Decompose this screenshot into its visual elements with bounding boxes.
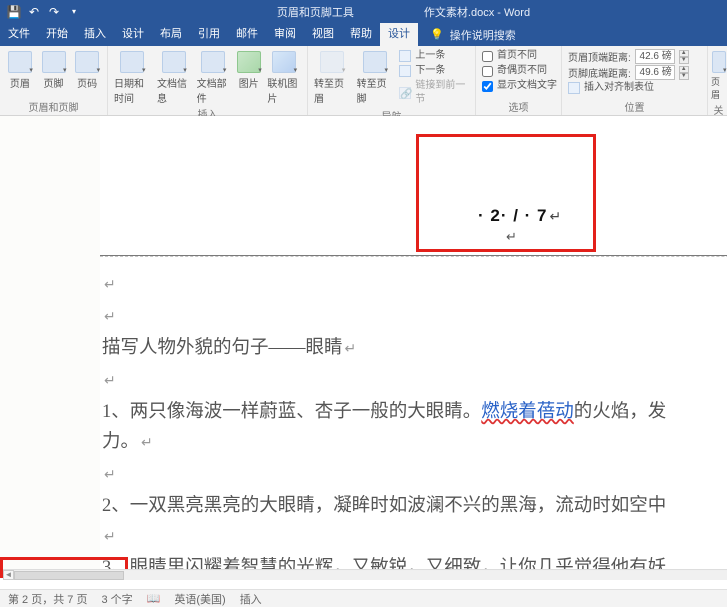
qat-customize-icon[interactable]: ▾ [68, 6, 80, 18]
link-icon: 🔗 [399, 87, 411, 99]
tab-help[interactable]: 帮助 [342, 23, 380, 46]
close-header-footer-button[interactable]: 页眉 [711, 49, 726, 101]
page[interactable]: · 2· / · 7↵ ↵ ↵ ↵ 描写人物外貌的句子——眼睛↵ ↵ 1、两只像… [100, 116, 727, 578]
group-insert: 日期和时间 文档信息 文档部件 图片 联机图片 插入 [108, 46, 308, 115]
tell-me-label: 操作说明搜索 [450, 27, 516, 43]
language-indicator[interactable]: 英语(美国) [174, 591, 225, 607]
footer-button[interactable]: 页脚 [40, 49, 68, 98]
spin-up-icon[interactable]: ▲ [679, 66, 689, 73]
ribbon-tabs: 文件 开始 插入 设计 布局 引用 邮件 审阅 视图 帮助 设计 💡 操作说明搜… [0, 23, 727, 46]
document-title: 作文素材.docx - Word [424, 4, 530, 20]
document-info-button[interactable]: 文档信息 [157, 49, 191, 105]
header-distance-label: 页眉顶端距离: [568, 49, 631, 64]
scroll-thumb[interactable] [14, 571, 124, 580]
scroll-left-icon[interactable]: ◄ [3, 570, 14, 580]
header-page-number[interactable]: · 2· / · 7↵ [478, 206, 562, 226]
document-body[interactable]: ↵ ↵ 描写人物外貌的句子——眼睛↵ ↵ 1、两只像海波一样蔚蓝、杏子一般的大眼… [100, 256, 727, 578]
picture-button[interactable]: 图片 [236, 49, 261, 105]
horizontal-scrollbar[interactable]: ◄ [3, 569, 727, 580]
undo-icon[interactable]: ↶ [28, 6, 40, 18]
tell-me-search[interactable]: 💡 操作说明搜索 [430, 23, 516, 46]
footer-distance-value[interactable]: 49.6 磅 [635, 65, 675, 80]
spelling-error[interactable]: 燃烧着蓓动 [481, 402, 574, 422]
tab-mailings[interactable]: 邮件 [228, 23, 266, 46]
return-mark-icon: ↵ [550, 208, 563, 224]
tab-references[interactable]: 引用 [190, 23, 228, 46]
group-label: 页眉和页脚 [6, 98, 101, 114]
spin-up-icon[interactable]: ▲ [679, 50, 689, 57]
group-options: 首页不同 奇偶页不同 显示文档文字 选项 [476, 46, 562, 115]
tab-header-footer-design[interactable]: 设计 [380, 23, 418, 46]
date-time-button[interactable]: 日期和时间 [114, 49, 151, 105]
insert-mode[interactable]: 插入 [240, 591, 262, 607]
show-document-text-checkbox[interactable]: 显示文档文字 [482, 79, 557, 93]
goto-header-button[interactable]: 转至页眉 [314, 49, 351, 107]
redo-icon[interactable]: ↷ [48, 6, 60, 18]
group-label: 关 [711, 101, 726, 117]
link-to-previous-button[interactable]: 🔗链接到前一节 [399, 79, 469, 107]
return-mark-icon: ↵ [104, 310, 116, 325]
quick-parts-button[interactable]: 文档部件 [197, 49, 231, 105]
lightbulb-icon: 💡 [430, 28, 444, 41]
different-first-page-checkbox[interactable]: 首页不同 [482, 49, 557, 63]
header-distance-value[interactable]: 42.6 磅 [635, 49, 675, 64]
tab-design0[interactable]: 设计 [114, 23, 152, 46]
contextual-tab-title: 页眉和页脚工具 [277, 4, 354, 20]
page-header-region[interactable]: · 2· / · 7↵ ↵ [100, 116, 727, 256]
header-from-top[interactable]: 页眉顶端距离: 42.6 磅 ▲▼ [568, 49, 689, 64]
spin-down-icon[interactable]: ▼ [679, 57, 689, 64]
tab-file[interactable]: 文件 [0, 23, 38, 46]
word-count[interactable]: 3 个字 [101, 591, 132, 607]
spellcheck-icon[interactable]: 📖 [147, 592, 161, 605]
return-mark-icon: ↵ [104, 374, 116, 389]
return-mark-icon: ↵ [104, 530, 116, 545]
tab-review[interactable]: 审阅 [266, 23, 304, 46]
header-button[interactable]: 页眉 [6, 49, 34, 98]
paragraph[interactable]: 描写人物外貌的句子——眼睛↵ [102, 333, 727, 365]
scroll-track[interactable] [14, 571, 727, 580]
tab-home[interactable]: 开始 [38, 23, 76, 46]
page-number-button[interactable]: 页码 [73, 49, 101, 98]
tab-insert[interactable]: 插入 [76, 23, 114, 46]
insert-alignment-tab-button[interactable]: 插入对齐制表位 [568, 81, 689, 95]
spin-down-icon[interactable]: ▼ [679, 73, 689, 80]
return-mark-icon: ↵ [104, 278, 116, 293]
save-icon[interactable]: 💾 [8, 6, 20, 18]
page-break-indicator [100, 256, 727, 257]
next-section-button[interactable]: 下一条 [399, 64, 469, 78]
footer-distance-label: 页脚底端距离: [568, 65, 631, 80]
document-area[interactable]: · 2· / · 7↵ ↵ ↵ ↵ 描写人物外貌的句子——眼睛↵ ↵ 1、两只像… [0, 116, 727, 578]
paragraph[interactable]: 1、两只像海波一样蔚蓝、杏子一般的大眼睛。燃烧着蓓动的火焰，发 [102, 397, 727, 427]
quick-access-toolbar: 💾 ↶ ↷ ▾ [0, 6, 80, 18]
footer-from-bottom[interactable]: 页脚底端距离: 49.6 磅 ▲▼ [568, 65, 689, 80]
paragraph[interactable]: 2、一双黑亮黑亮的大眼睛，凝眸时如波澜不兴的黑海，流动时如空中 [102, 491, 727, 521]
paragraph[interactable]: 力。↵ [102, 427, 727, 459]
ribbon: 页眉 页脚 页码 页眉和页脚 日期和时间 文档信息 文档部件 图片 联机图片 插… [0, 46, 727, 116]
tab-view[interactable]: 视图 [304, 23, 342, 46]
different-odd-even-checkbox[interactable]: 奇偶页不同 [482, 64, 557, 78]
group-header-footer: 页眉 页脚 页码 页眉和页脚 [0, 46, 108, 115]
tab-layout[interactable]: 布局 [152, 23, 190, 46]
group-position: 页眉顶端距离: 42.6 磅 ▲▼ 页脚底端距离: 49.6 磅 ▲▼ 插入对齐… [562, 46, 708, 115]
group-navigation: 转至页眉 转至页脚 上一条 下一条 🔗链接到前一节 导航 [308, 46, 476, 115]
title-bar: 💾 ↶ ↷ ▾ 页眉和页脚工具 作文素材.docx - Word [0, 0, 727, 23]
page-indicator[interactable]: 第 2 页，共 7 页 [8, 591, 87, 607]
group-label: 选项 [482, 98, 555, 114]
return-mark-icon: ↵ [104, 468, 116, 483]
group-label: 位置 [568, 98, 701, 114]
online-pictures-button[interactable]: 联机图片 [267, 49, 301, 105]
return-mark-icon: ↵ [506, 229, 517, 245]
status-bar: 第 2 页，共 7 页 3 个字 📖 英语(美国) 插入 [0, 589, 727, 607]
goto-footer-button[interactable]: 转至页脚 [357, 49, 394, 107]
previous-section-button[interactable]: 上一条 [399, 49, 469, 63]
group-close: 页眉 关 [708, 46, 726, 115]
